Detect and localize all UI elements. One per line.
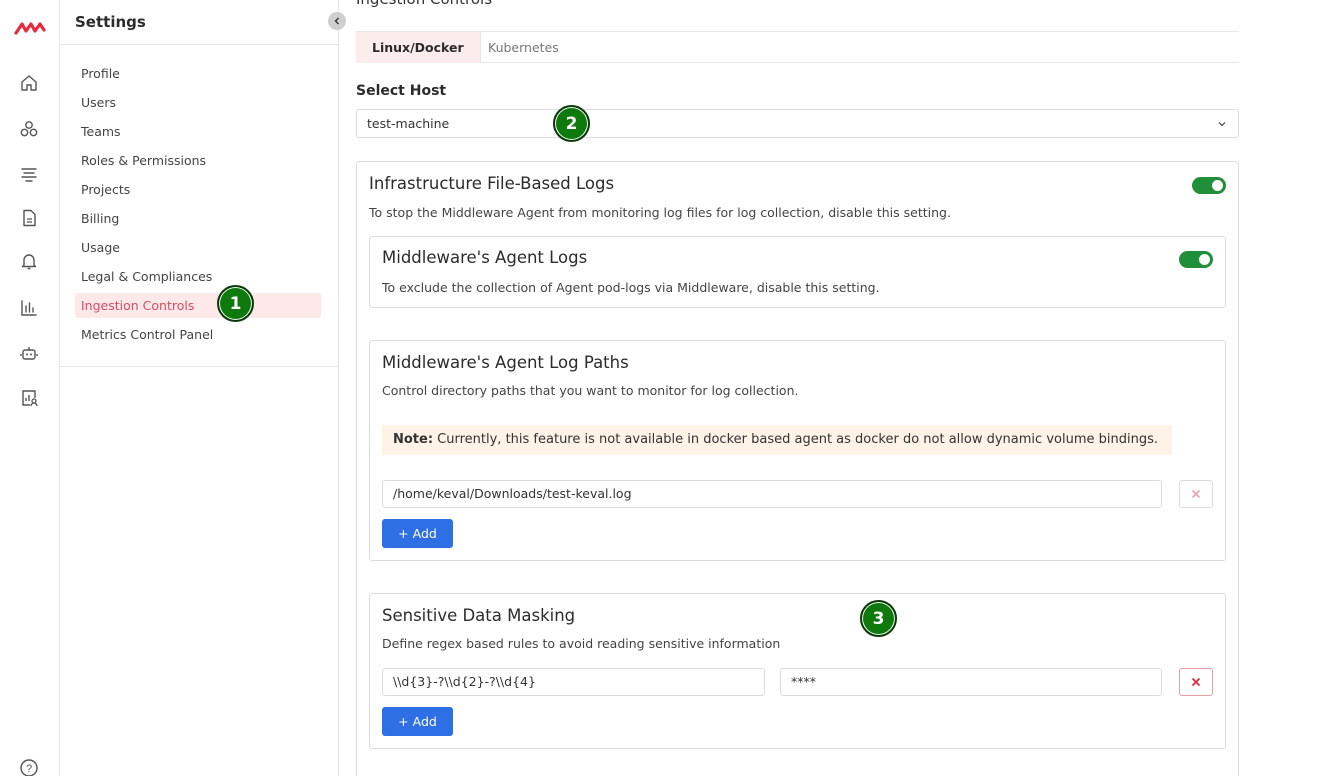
settings-header: Settings [60, 0, 338, 45]
masking-regex-input[interactable]: \\d{3}-?\\d{2}-?\\d{4} [382, 668, 765, 696]
add-log-path-button[interactable]: + Add [382, 519, 453, 548]
agent-logs-desc: To exclude the collection of Agent pod-l… [382, 280, 880, 295]
close-icon [1191, 677, 1201, 687]
user-report-icon[interactable] [19, 388, 39, 408]
icon-rail: ? [0, 0, 60, 776]
docker-note: Note: Currently, this feature is not ava… [382, 425, 1172, 455]
settings-panel: Settings Profile Users Teams Roles & Per… [60, 0, 346, 776]
menu-item-roles-permissions[interactable]: Roles & Permissions [75, 148, 321, 173]
settings-title: Settings [75, 13, 146, 31]
infrastructure-logs-card: Infrastructure File-Based Logs To stop t… [356, 161, 1239, 776]
chevron-down-icon [1218, 122, 1226, 127]
remove-masking-rule-button[interactable] [1179, 668, 1213, 696]
menu-item-users[interactable]: Users [75, 90, 321, 115]
logs-icon[interactable] [19, 164, 39, 184]
masking-desc: Define regex based rules to avoid readin… [382, 636, 781, 651]
infrastructure-icon[interactable] [19, 119, 39, 139]
host-select[interactable]: test-machine [356, 109, 1239, 138]
agent-logs-title: Middleware's Agent Logs [382, 248, 588, 267]
menu-item-projects[interactable]: Projects [75, 177, 321, 202]
menu-item-legal-compliances[interactable]: Legal & Compliances [75, 264, 321, 289]
host-select-value: test-machine [367, 116, 450, 131]
remove-log-path-button[interactable] [1179, 480, 1213, 508]
log-paths-desc: Control directory paths that you want to… [382, 383, 799, 398]
agent-logs-toggle[interactable] [1179, 251, 1213, 268]
menu-item-profile[interactable]: Profile [75, 61, 321, 86]
step-marker-3: 3 [860, 600, 897, 637]
menu-item-metrics-control-panel[interactable]: Metrics Control Panel [75, 322, 321, 347]
bell-icon[interactable] [19, 251, 39, 271]
log-paths-title: Middleware's Agent Log Paths [382, 353, 629, 372]
middleware-logo[interactable] [14, 18, 46, 38]
home-icon[interactable] [19, 73, 39, 93]
note-text: Currently, this feature is not available… [433, 432, 1158, 447]
document-icon[interactable] [19, 208, 39, 228]
select-host-label: Select Host [356, 83, 447, 99]
note-label: Note: [393, 432, 434, 447]
add-masking-rule-button[interactable]: + Add [382, 707, 453, 736]
settings-menu: Profile Users Teams Roles & Permissions … [60, 45, 338, 347]
menu-item-ingestion-controls[interactable]: Ingestion Controls [75, 293, 321, 318]
tab-kubernetes[interactable]: Kubernetes [472, 32, 575, 63]
menu-item-teams[interactable]: Teams [75, 119, 321, 144]
close-icon [1191, 489, 1201, 499]
page-title: Ingestion Controls [356, 0, 492, 8]
menu-item-usage[interactable]: Usage [75, 235, 321, 260]
masking-title: Sensitive Data Masking [382, 606, 576, 625]
menu-divider [60, 366, 339, 367]
step-marker-1: 1 [217, 285, 254, 322]
tab-bar: Linux/Docker Kubernetes [356, 31, 1239, 63]
masking-replacement-input[interactable]: **** [780, 668, 1162, 696]
step-marker-2: 2 [553, 105, 590, 142]
svg-text:?: ? [26, 763, 32, 775]
bot-icon[interactable] [19, 343, 39, 363]
sensitive-data-masking-card: Sensitive Data Masking Define regex base… [369, 593, 1226, 749]
infra-logs-toggle[interactable] [1192, 177, 1226, 194]
main-content: Ingestion Controls Linux/Docker Kubernet… [339, 0, 1335, 776]
agent-logs-card: Middleware's Agent Logs To exclude the c… [369, 236, 1226, 308]
menu-item-billing[interactable]: Billing [75, 206, 321, 231]
infra-logs-desc: To stop the Middleware Agent from monito… [369, 205, 951, 220]
tab-linux-docker[interactable]: Linux/Docker [356, 32, 481, 63]
help-icon[interactable]: ? [19, 758, 39, 776]
infra-logs-title: Infrastructure File-Based Logs [369, 174, 615, 193]
log-path-input[interactable]: /home/keval/Downloads/test-keval.log [382, 480, 1162, 508]
agent-log-paths-card: Middleware's Agent Log Paths Control dir… [369, 340, 1226, 561]
dashboard-icon[interactable] [19, 298, 39, 318]
